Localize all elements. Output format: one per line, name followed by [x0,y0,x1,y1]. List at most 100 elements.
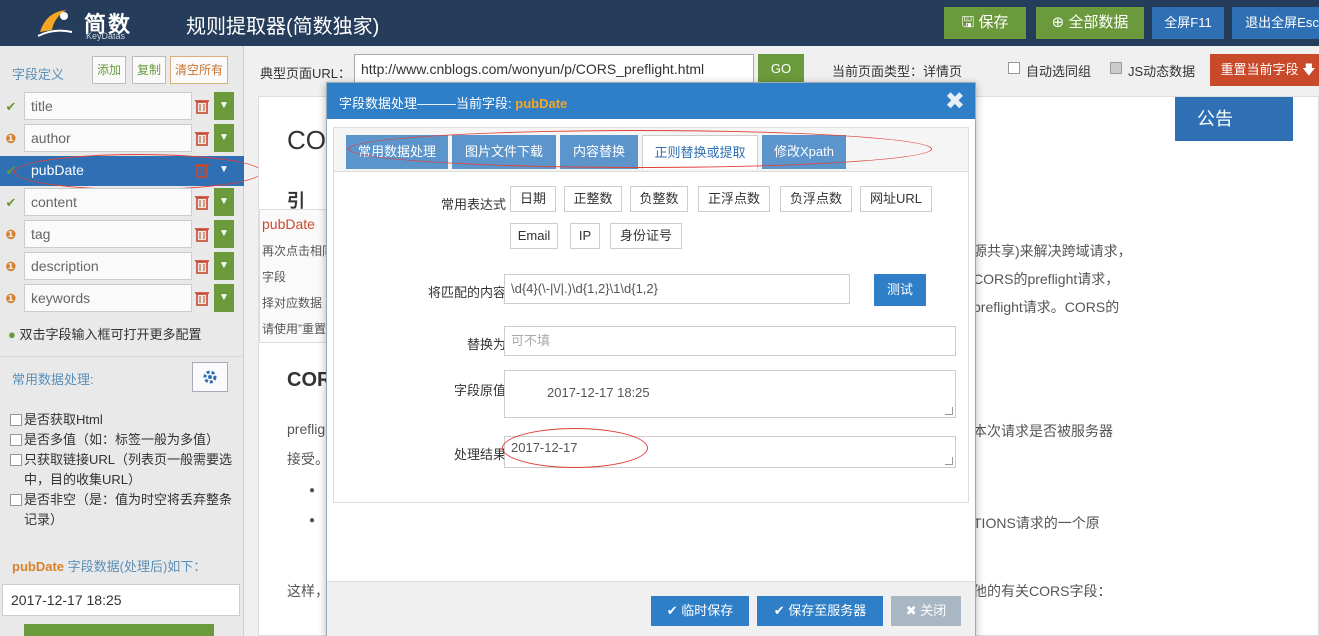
resize-handle[interactable] [945,457,953,465]
tab-modify-xpath[interactable]: 修改Xpath [762,135,846,169]
regex-idcard-button[interactable]: 身份证号 [610,223,682,249]
notice-button[interactable]: 公告 [1175,97,1293,141]
top-bar: 简数 KeyDatas 规则提取器(简数独家) 🖫 保存 ⊕ 全部数据 全屏F1… [0,0,1319,46]
temp-save-button[interactable]: ✔ 临时保存 [651,596,749,626]
option-not-empty[interactable]: 是否非空（是：值为时空将丢弃整条记录） [8,490,240,530]
trash-icon[interactable] [194,98,210,114]
search-icon: ⊕ [1051,14,1065,31]
replace-input[interactable]: 可不填 [504,326,956,356]
regex-email-button[interactable]: Email [510,223,558,249]
field-name-input[interactable]: author [24,124,192,152]
settings-button[interactable] [192,362,228,392]
regex-ip-button[interactable]: IP [570,223,600,249]
field-row: ✔ title ▼ [0,92,244,122]
checkbox[interactable] [1008,62,1020,74]
logo: 简数 KeyDatas [30,4,150,42]
page-text-line: TIONS请求的一个原 [973,515,1100,531]
trash-icon[interactable] [194,290,210,306]
original-value-textarea[interactable]: 2017-12-17 18:25 [504,370,956,418]
chevron-down-icon[interactable]: ▼ [214,92,234,120]
bullet-icon: ● [309,485,316,496]
trash-icon[interactable] [194,226,210,242]
modal-header: 字段数据处理———当前字段: pubDate ✖ [327,83,975,119]
tab-common-processing[interactable]: 常用数据处理 [346,135,448,169]
save-to-server-label: 保存至服务器 [788,603,867,618]
result-label: 字段数据(处理后)如下： [67,559,207,574]
match-label: 将匹配的内容 [427,285,506,300]
checkbox[interactable] [10,414,22,426]
checkbox[interactable] [1110,62,1122,74]
reset-label: 重置当前字段 [1220,62,1299,77]
test-button[interactable]: 测试 [874,274,926,306]
regex-negative-int-button[interactable]: 负整数 [630,186,688,212]
field-name-input[interactable]: description [24,252,192,280]
regex-positive-int-button[interactable]: 正整数 [564,186,622,212]
url-input[interactable]: http://www.cnblogs.com/wonyun/p/CORS_pre… [354,54,754,84]
bullet-icon: ● [309,515,316,526]
checkbox[interactable] [10,454,22,466]
go-button[interactable]: GO [758,54,804,84]
field-name-input[interactable]: content [24,188,192,216]
close-button[interactable]: ✖ 关闭 [891,596,961,626]
field-name-input[interactable]: pubDate [24,156,192,184]
result-heading: pubDate 字段数据(处理后)如下： [12,556,206,575]
chevron-down-icon[interactable]: ▼ [214,124,234,152]
regex-date-button[interactable]: 日期 [510,186,556,212]
chevron-down-icon[interactable]: ▼ [214,188,234,216]
info-icon: ● [8,327,16,342]
resize-handle[interactable] [945,407,953,415]
modal-body: 常用数据处理 图片文件下载 内容替换 正则替换或提取 修改Xpath 常用表达式… [333,127,969,503]
option-link-url[interactable]: 只获取链接URL（列表页一般需要选中，目的收集URL） [8,450,240,490]
result-value-box: 2017-12-17 18:25 [2,584,240,616]
page-text-line: preflight请求。CORS的 [973,299,1120,315]
regex-negative-float-button[interactable]: 负浮点数 [780,186,852,212]
close-label: 关闭 [920,603,947,618]
field-name-input[interactable]: title [24,92,192,120]
regex-url-button[interactable]: 网址URL [860,186,932,212]
checkbox[interactable] [10,434,22,446]
check-icon: ✔ [5,99,17,114]
tab-image-download[interactable]: 图片文件下载 [452,135,556,169]
chevron-down-icon[interactable]: ▼ [214,220,234,248]
checkbox[interactable] [10,494,22,506]
exit-fullscreen-button[interactable]: 退出全屏Esc [1232,7,1319,39]
fullscreen-button[interactable]: 全屏F11 [1152,7,1224,39]
chevron-down-icon[interactable]: ▼ [214,284,234,312]
tab-content-replace[interactable]: 内容替换 [560,135,638,169]
modal-title-prefix: 字段数据处理———当前字段: [339,96,512,111]
auto-group-toggle[interactable]: 自动选同组 [1008,61,1091,80]
all-data-button[interactable]: ⊕ 全部数据 [1036,7,1144,39]
chevron-down-icon[interactable]: ▼ [214,252,234,280]
modal-title: 字段数据处理———当前字段: pubDate [339,93,567,112]
match-pattern-input[interactable]: \d{4}(\-|\/|.)\d{1,2}\1\d{1,2} [504,274,850,304]
field-row: ✔ content ▼ [0,188,244,218]
save-to-server-button[interactable]: ✔ 保存至服务器 [757,596,883,626]
chevron-down-icon[interactable]: ▼ [214,156,234,184]
replace-label: 替换为 [466,337,506,352]
js-dynamic-toggle[interactable]: JS动态数据 [1110,61,1195,80]
trash-icon[interactable] [194,162,210,178]
option-multi-value[interactable]: 是否多值（如：标签一般为多值） [8,430,240,450]
popup-line: 请使用”重置 [262,322,326,336]
trash-icon[interactable] [194,258,210,274]
clear-all-button[interactable]: 清空所有 [170,56,228,84]
modal-footer: ✔ 临时保存 ✔ 保存至服务器 ✖ 关闭 [327,581,975,636]
field-name-input[interactable]: tag [24,220,192,248]
copy-field-button[interactable]: 复制 [132,56,166,84]
result-textarea[interactable]: 2017-12-17 [504,436,956,468]
option-get-html[interactable]: 是否获取Html [8,410,240,430]
trash-icon[interactable] [194,130,210,146]
tab-regex-replace[interactable]: 正则替换或提取 [642,135,758,169]
bottom-button[interactable] [24,624,214,636]
app-title: 规则提取器(简数独家) [186,16,380,38]
trash-icon[interactable] [194,194,210,210]
save-button[interactable]: 🖫 保存 [944,7,1026,39]
page-text-line: preflig [287,421,326,437]
field-name-input[interactable]: keywords [24,284,192,312]
reset-field-button[interactable]: 重置当前字段 🡇 [1210,54,1319,86]
js-dynamic-label: JS动态数据 [1128,64,1196,79]
close-icon[interactable]: ✖ [945,87,965,116]
add-field-button[interactable]: 添加 [92,56,126,84]
hint-text: 双击字段输入框可打开更多配置 [19,327,202,342]
regex-positive-float-button[interactable]: 正浮点数 [698,186,770,212]
